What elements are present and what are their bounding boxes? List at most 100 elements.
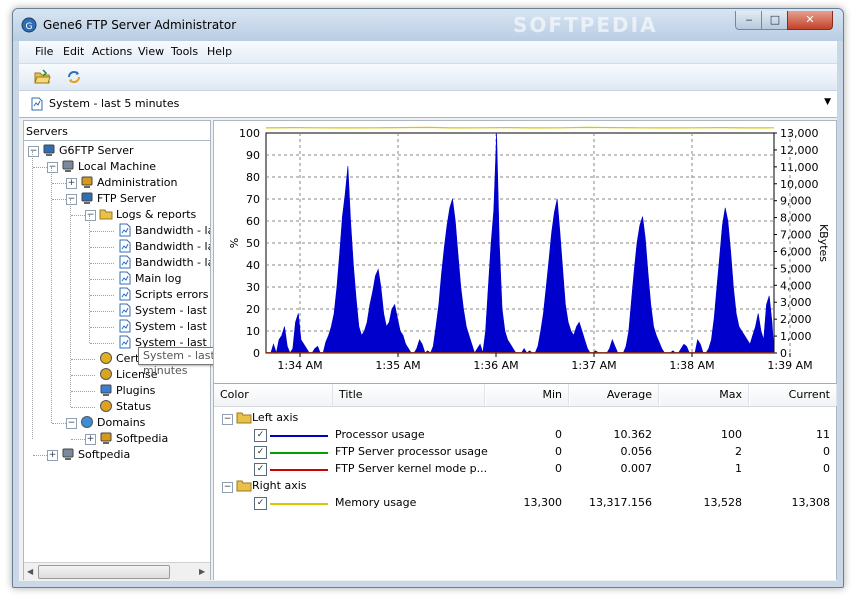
tree-node[interactable]: Administration [80, 175, 178, 191]
tree-connector [52, 199, 66, 200]
minimize-button[interactable]: ‒ [735, 11, 763, 30]
series-visibility-checkbox[interactable]: ✓ [254, 463, 267, 476]
series-max: 100 [721, 428, 742, 441]
tree-node[interactable]: Bandwidth - la [118, 255, 210, 271]
app-icon: G [21, 17, 37, 33]
right-axis-tick: 2,000 [780, 313, 812, 326]
right-axis-tick: 12,000 [780, 144, 819, 157]
log-icon [119, 287, 131, 301]
menu-help[interactable]: Help [207, 45, 232, 58]
series-title: FTP Server kernel mode p... [335, 462, 488, 475]
tree-node[interactable]: Bandwidth - la [118, 239, 210, 255]
col-average[interactable]: Average [570, 384, 659, 406]
refresh-icon[interactable] [65, 68, 83, 86]
report-icon [119, 255, 131, 269]
tree-node[interactable]: FTP Server [80, 191, 156, 207]
tree-connector [70, 199, 71, 407]
close-button[interactable]: ✕ [787, 11, 833, 30]
tree-expander[interactable]: − [47, 162, 58, 173]
col-color[interactable]: Color [214, 384, 333, 406]
col-max[interactable]: Max [660, 384, 749, 406]
tree-node[interactable]: G6FTP Server [42, 143, 134, 159]
tree-expander[interactable]: + [66, 178, 77, 189]
tree-expander[interactable]: + [85, 434, 96, 445]
col-title[interactable]: Title [333, 384, 485, 406]
tree-node[interactable]: Bandwidth - la [118, 223, 210, 239]
series-color-swatch [270, 435, 328, 437]
series-max: 2 [735, 445, 742, 458]
series-visibility-checkbox[interactable]: ✓ [254, 497, 267, 510]
series-average: 0.007 [620, 462, 653, 475]
tree-node[interactable]: System - last [118, 303, 207, 319]
tree-node[interactable]: Status [99, 399, 151, 415]
tree-horizontal-scrollbar[interactable]: ◀ ▶ [24, 562, 210, 580]
series-current: 0 [823, 462, 830, 475]
report-icon [119, 239, 131, 253]
right-axis-tick: 5,000 [780, 262, 812, 275]
tree-node[interactable]: Plugins [99, 383, 155, 399]
tree-expander[interactable]: + [47, 450, 58, 461]
tree-node-label: G6FTP Server [59, 144, 134, 157]
menu-actions[interactable]: Actions [92, 45, 132, 58]
menu-view[interactable]: View [138, 45, 164, 58]
report-icon [119, 319, 131, 333]
series-current: 0 [823, 445, 830, 458]
tree-node[interactable]: System - last 5 minutes [118, 319, 210, 335]
left-axis-tick: 90 [246, 149, 260, 162]
tree-connector [89, 215, 90, 343]
left-axis-tick: 70 [246, 193, 260, 206]
tree-node[interactable]: Main log [118, 271, 182, 287]
scroll-thumb[interactable] [38, 565, 170, 579]
series-color-swatch [270, 452, 328, 454]
tree-node[interactable]: Softpedia [61, 447, 130, 463]
col-current[interactable]: Current [750, 384, 837, 406]
report-icon [31, 97, 43, 111]
tree-expander[interactable]: − [28, 146, 39, 157]
series-min: 13,300 [523, 496, 563, 509]
x-axis-tick: 1:39 AM [767, 359, 812, 372]
client-area: File Edit Actions View Tools Help System… [19, 41, 837, 581]
tree-node[interactable]: Logs & reports [99, 207, 196, 223]
tree-connector [90, 263, 114, 264]
left-axis-tick: 80 [246, 171, 260, 184]
group-expander[interactable]: − [222, 482, 233, 493]
tree-expander[interactable]: − [66, 194, 77, 205]
tree-connector [71, 215, 85, 216]
tree-connector [32, 151, 33, 439]
tree-connector [90, 295, 114, 296]
menu-tools[interactable]: Tools [171, 45, 198, 58]
series-max: 1 [735, 462, 742, 475]
tree-expander[interactable]: − [66, 418, 77, 429]
report-selector[interactable]: System - last 5 minutes ▼ [19, 91, 837, 118]
series-visibility-checkbox[interactable]: ✓ [254, 429, 267, 442]
scroll-left-icon[interactable]: ◀ [27, 567, 33, 576]
maximize-button[interactable]: □ [761, 11, 789, 30]
tree-node[interactable]: Softpedia [99, 431, 168, 447]
tree-node-label: Main log [135, 272, 182, 285]
chevron-down-icon[interactable]: ▼ [824, 97, 831, 107]
tree-node-label: Status [116, 400, 152, 413]
tree-node[interactable]: Scripts errors [118, 287, 209, 303]
scroll-right-icon[interactable]: ▶ [199, 567, 205, 576]
col-min[interactable]: Min [486, 384, 569, 406]
folder-icon [236, 412, 252, 424]
tree-connector [90, 311, 114, 312]
menu-file[interactable]: File [35, 45, 53, 58]
right-axis-label: KBytes [817, 224, 830, 262]
report-icon [119, 303, 131, 317]
left-axis-tick: 100 [239, 127, 260, 140]
right-axis-tick: 6,000 [780, 245, 812, 258]
tree-connector [90, 279, 114, 280]
series-color-swatch [270, 503, 328, 505]
tree-node[interactable]: Domains [80, 415, 145, 431]
tree-expander[interactable]: − [85, 210, 96, 221]
tree-connector [90, 231, 114, 232]
group-expander[interactable]: − [222, 414, 233, 425]
tree-connector [71, 391, 95, 392]
title-bar[interactable]: G Gene6 FTP Server Administrator SOFTPED… [13, 9, 843, 41]
x-axis-tick: 1:34 AM [277, 359, 322, 372]
folder-open-icon[interactable] [33, 68, 51, 86]
menu-edit[interactable]: Edit [63, 45, 84, 58]
tree-node[interactable]: Local Machine [61, 159, 156, 175]
series-visibility-checkbox[interactable]: ✓ [254, 446, 267, 459]
